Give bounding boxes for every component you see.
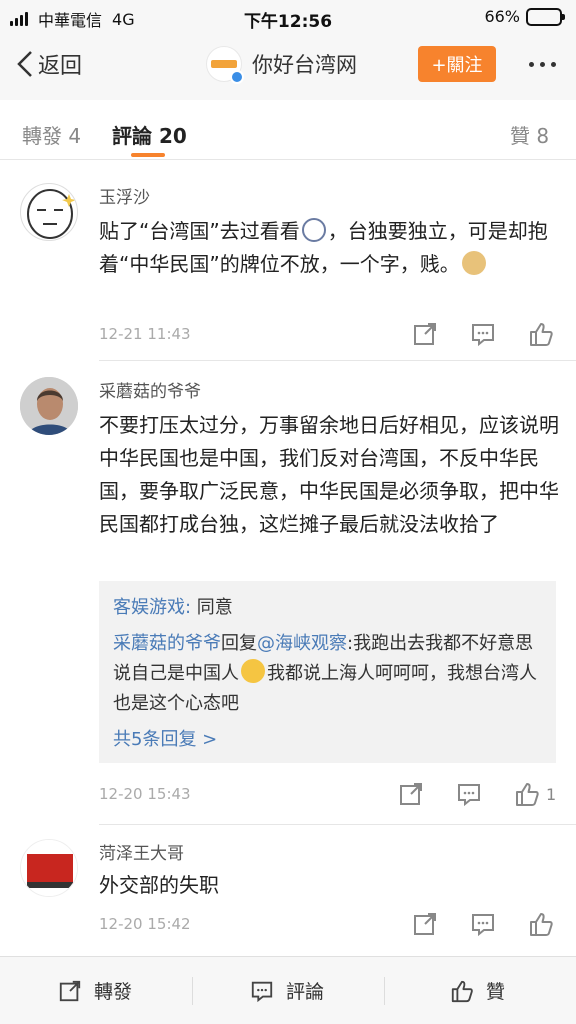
verified-badge-icon	[230, 70, 244, 84]
tab-bar: 轉發 4 評論 20 贊 8	[0, 100, 576, 160]
chevron-left-icon	[17, 51, 32, 77]
battery-icon	[526, 7, 565, 26]
laugh-cry-emoji-icon	[241, 659, 265, 683]
comment-text: 贴了“台湾国”去过看看 ，台独要独立，可是却抱着“中华民国”的牌位不放，一个字，贱…	[99, 215, 559, 281]
doge-emoji-icon	[461, 251, 486, 275]
comment-username[interactable]: 采蘑菇的爷爷	[99, 377, 201, 402]
reply-item: 采蘑菇的爷爷回复@海峡观察:我跑出去我都不好意思说自己是中国人 我都说上海人呵呵呵…	[113, 629, 542, 719]
more-replies-link[interactable]: 共5条回复 >	[113, 725, 542, 751]
comment-label: 評論	[286, 981, 325, 1003]
more-icon[interactable]	[529, 62, 556, 67]
tab-likes[interactable]: 贊 8	[510, 120, 549, 149]
comment-time: 12-20 15:42	[99, 915, 191, 933]
reply-item: 客娱游戏: 同意	[113, 593, 542, 623]
comment-item: 菏泽王大哥 外交部的失职 12-20 15:42	[0, 825, 576, 951]
logo-icon	[211, 60, 237, 68]
status-bar: 中華電信 4G 下午12:56 66%	[0, 0, 576, 34]
comment-icon	[251, 981, 273, 1002]
avatar[interactable]	[20, 183, 78, 241]
divider	[384, 977, 385, 1005]
like-icon[interactable]	[528, 321, 554, 347]
comment-text: 外交部的失职	[99, 873, 219, 897]
like-count: 1	[546, 785, 557, 804]
divider	[192, 977, 193, 1005]
comment-username[interactable]: 玉浮沙	[99, 183, 150, 208]
comment-time: 12-20 15:43	[99, 785, 191, 803]
back-button[interactable]: 返回	[16, 48, 82, 80]
battery-percent: 66%	[484, 7, 520, 26]
share-icon[interactable]	[412, 321, 438, 347]
avatar[interactable]	[20, 839, 78, 897]
share-icon	[59, 980, 81, 1001]
active-tab-indicator	[131, 153, 165, 157]
account-header[interactable]: 你好台湾网	[206, 46, 357, 84]
status-right: 66%	[484, 7, 565, 26]
flag-avatar-icon	[21, 840, 77, 896]
like-icon[interactable]	[528, 911, 554, 937]
comment-icon[interactable]	[456, 781, 482, 807]
repost-label: 轉發	[94, 981, 133, 1003]
comment-icon[interactable]	[470, 911, 496, 937]
like-button[interactable]: 贊	[450, 977, 505, 1004]
like-icon[interactable]	[514, 781, 540, 807]
tab-comments[interactable]: 評論 20	[112, 120, 187, 149]
account-name: 你好台湾网	[252, 53, 357, 77]
comment-item: 采蘑菇的爷爷 不要打压太过分，万事留余地日后好相见，应该说明中华民国也是中国，我…	[0, 361, 576, 825]
account-avatar	[206, 46, 244, 84]
comment-time: 12-21 11:43	[99, 325, 191, 343]
person-photo-icon	[20, 377, 78, 435]
reply-username[interactable]: 客娱游戏:	[113, 597, 191, 618]
comment-icon[interactable]	[470, 321, 496, 347]
avatar[interactable]	[20, 377, 78, 435]
panda-emoji-icon	[301, 218, 326, 242]
like-icon	[451, 980, 473, 1002]
share-icon[interactable]	[398, 781, 424, 807]
reply-box: 客娱游戏: 同意 采蘑菇的爷爷回复@海峡观察:我跑出去我都不好意思说自己是中国人…	[99, 581, 556, 763]
tab-reposts[interactable]: 轉發 4	[22, 120, 81, 149]
reply-mention[interactable]: @海峡观察	[257, 633, 347, 654]
bottom-action-bar: 轉發 評論 贊	[0, 956, 576, 1024]
reply-username[interactable]: 采蘑菇的爷爷	[113, 633, 221, 654]
comment-button[interactable]: 評論	[250, 977, 324, 1004]
follow-button[interactable]: +關注	[418, 46, 496, 82]
like-label: 贊	[486, 981, 506, 1003]
repost-button[interactable]: 轉發	[58, 977, 132, 1004]
nav-bar: 返回 你好台湾网 +關注	[0, 34, 576, 100]
back-label: 返回	[38, 54, 83, 79]
reply-verb: 回复	[221, 633, 257, 654]
comment-item: 玉浮沙 贴了“台湾国”去过看看 ，台独要独立，可是却抱着“中华民国”的牌位不放，一…	[0, 161, 576, 361]
comment-username[interactable]: 菏泽王大哥	[99, 839, 184, 864]
reply-text: 同意	[191, 597, 233, 618]
comment-text: 不要打压太过分，万事留余地日后好相见，应该说明中华民国也是中国，我们反对台湾国，…	[99, 413, 559, 536]
share-icon[interactable]	[412, 911, 438, 937]
comment-text-part: 贴了“台湾国”去过看看	[99, 219, 300, 243]
cartoon-face-icon	[27, 189, 76, 239]
